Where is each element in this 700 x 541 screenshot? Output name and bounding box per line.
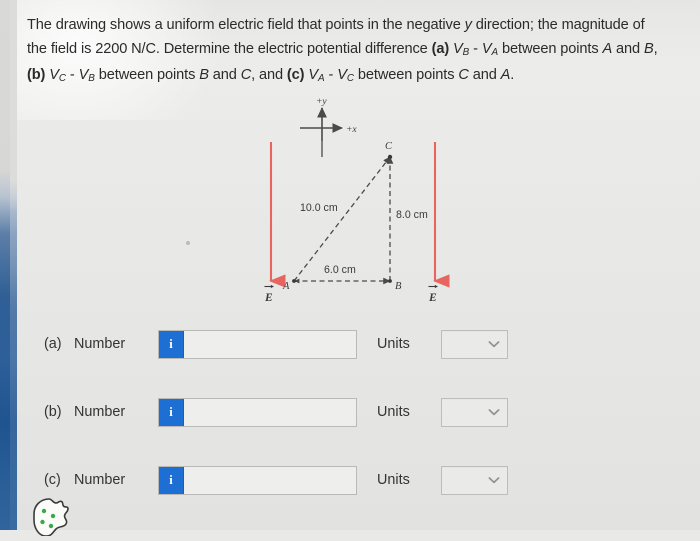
potential-vc: VC [49,67,66,85]
cookie-consent-icon[interactable] [26,496,70,537]
base-length-label: 6.0 cm [324,264,356,276]
chevron-down-icon [488,341,500,348]
line-2-end: , [653,40,658,57]
field-label-left: E [264,292,273,304]
minus-2: - [66,67,79,84]
point-ref-b-2: B [199,67,209,84]
problem-line-2-lead: the field is 2200 N/C. Determine the ele… [27,40,432,57]
part-a-marker: (a) [431,40,450,57]
answer-row-a-number-group: i [158,329,357,359]
point-ref-c-2: C [458,67,469,84]
line-3-and-1: and [208,67,241,84]
point-ref-a-2: A [500,67,511,84]
vertex-label-a: A [282,281,290,292]
answer-row-c-letter: (c) [44,472,61,488]
line-3-end: . [510,67,515,84]
chevron-down-icon [488,409,500,416]
line-3-between-1: between points [94,67,200,84]
height-length-label: 8.0 cm [396,209,428,221]
info-icon-b[interactable]: i [159,398,184,426]
answer-row-c: (c) Number i Units [44,463,664,497]
axis-x-label: +x [346,125,357,135]
problem-line-1-part-b: direction; the magnitude of [471,17,645,33]
left-edge-strip-highlight [10,0,17,530]
line-2-and: and [612,40,644,57]
answer-row-b-units-caption: Units [377,404,410,420]
point-ref-b-1: B [643,40,654,57]
answer-row-a-units-caption: Units [377,336,410,352]
answer-row-a-letter: (a) [44,336,62,352]
field-label-right: E [428,292,437,304]
part-b-marker: (b) [27,67,46,84]
answer-row-c-number-caption: Number [74,472,126,488]
point-ref-a-1: A [602,40,613,57]
potential-vb: VB [453,40,470,58]
answer-row-a-number-caption: Number [74,336,126,352]
vertex-label-b: B [395,281,402,292]
vertex-dot-c [387,154,393,160]
vertex-dot-a [292,279,296,283]
minus-1: - [469,40,482,57]
answer-row-b-number-caption: Number [74,404,126,420]
answer-row-b-letter: (b) [44,404,62,420]
answer-input-a[interactable] [184,330,356,358]
units-dropdown-a[interactable] [441,329,508,359]
problem-line-1-part-a: The drawing shows a uniform electric fie… [27,17,465,33]
electric-field-diagram: +y +x E E A B C 10.0 cm 6.0 cm 8.0 cm [250,95,475,310]
info-icon-c[interactable]: i [159,466,184,494]
answer-row-a: (a) Number i Units [44,327,664,361]
field-line-left: E [264,142,286,304]
potential-vb-2: VB [78,67,95,85]
axis-indicator: +y +x [300,97,357,157]
minus-3: - [324,67,338,84]
line-3-and-2: and [468,67,501,84]
chevron-down-icon [488,477,500,484]
scan-speck [186,241,190,245]
problem-line-2: the field is 2200 N/C. Determine the ele… [27,38,677,65]
answer-row-c-number-group: i [158,465,357,495]
units-dropdown-c[interactable] [441,465,508,495]
problem-line-1: The drawing shows a uniform electric fie… [27,14,677,38]
axis-y-label: +y [316,97,327,107]
potential-vc-2: VC [337,67,354,85]
answer-row-b: (b) Number i Units [44,395,664,429]
vertex-label-c: C [385,141,393,152]
problem-line-3: (b) VC - VB between points B and C, and … [27,64,677,91]
potential-va-2: VA [308,67,325,85]
info-icon-a[interactable]: i [159,330,184,358]
field-line-right: E [428,142,450,304]
hypotenuse-length-label: 10.0 cm [300,202,338,214]
potential-va: VA [481,40,499,58]
line-2-between: between points [498,40,603,57]
problem-line-1-variable-y: y [464,17,472,33]
answer-row-b-number-group: i [158,397,357,427]
units-dropdown-b[interactable] [441,397,508,427]
line-3-between-2: between points [353,67,459,84]
problem-statement: The drawing shows a uniform electric fie… [27,14,677,91]
answer-row-c-units-caption: Units [377,472,410,488]
line-3-comma: , and [251,67,287,84]
answer-input-b[interactable] [184,398,356,426]
answer-input-c[interactable] [184,466,356,494]
part-c-marker: (c) [286,67,305,84]
point-ref-c-1: C [240,67,252,84]
vertex-dot-b [388,279,392,283]
